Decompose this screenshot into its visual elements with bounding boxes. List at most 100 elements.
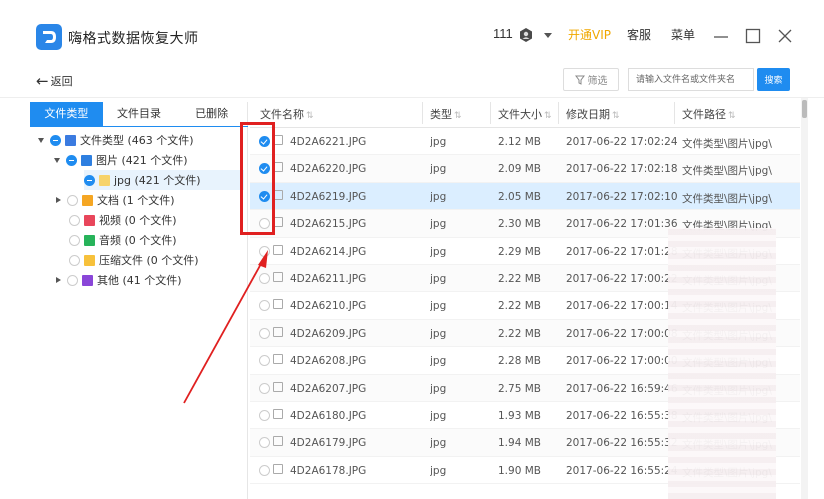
checkbox-partial-icon[interactable] (66, 154, 77, 166)
search-button[interactable]: 搜索 (757, 68, 790, 91)
file-type: jpg (430, 327, 447, 340)
tree-item-archives[interactable]: 压缩文件 (0 个文件) (69, 250, 199, 270)
category-tabs: 文件类型 文件目录 已删除 (30, 102, 248, 127)
row-checkbox[interactable] (259, 300, 270, 312)
row-checkbox[interactable] (259, 245, 270, 257)
chevron-down-icon[interactable] (544, 33, 552, 38)
image-file-icon (273, 244, 283, 255)
toolbar: ← 返回 筛选 搜索 (0, 64, 824, 98)
video-icon (84, 214, 95, 226)
sort-icon[interactable]: ⇅ (728, 111, 736, 121)
row-checkbox[interactable] (259, 273, 270, 284)
column-divider[interactable] (674, 102, 675, 124)
expand-icon[interactable] (54, 157, 60, 163)
row-checkbox[interactable] (259, 355, 270, 367)
expand-icon[interactable] (56, 197, 61, 203)
tree-item-label: 压缩文件 (0 个文件) (99, 254, 199, 267)
file-name: 4D2A6208.JPG (290, 355, 367, 368)
checkbox-partial-icon[interactable] (50, 134, 61, 146)
row-checkbox[interactable] (259, 382, 270, 394)
modified-date: 2017-06-22 17:02:10 (566, 190, 678, 203)
checkbox-icon[interactable] (69, 254, 80, 266)
blurred-region (668, 228, 776, 499)
sort-icon[interactable]: ⇅ (544, 111, 552, 121)
column-header-name[interactable]: 文件名称 ⇅ (260, 106, 314, 122)
column-header-size[interactable]: 文件大小 ⇅ (498, 106, 552, 122)
file-name: 4D2A6221.JPG (290, 136, 367, 148)
file-type: jpg (430, 382, 447, 395)
close-icon[interactable] (776, 27, 794, 45)
modified-date: 2017-06-22 17:00:22 (566, 273, 678, 285)
file-size: 2.12 MB (498, 136, 541, 148)
column-header-type[interactable]: 类型 ⇅ (430, 106, 462, 122)
user-avatar-icon[interactable] (518, 27, 534, 43)
modified-date: 2017-06-22 16:59:46 (566, 382, 678, 395)
row-checkbox[interactable] (259, 464, 270, 476)
sort-icon[interactable]: ⇅ (612, 111, 620, 121)
document-icon (82, 194, 93, 206)
image-file-icon (273, 299, 283, 310)
checkbox-icon[interactable] (69, 214, 80, 226)
user-id[interactable]: 111 (493, 26, 513, 41)
checkbox-partial-icon[interactable] (84, 174, 95, 186)
tab-deleted[interactable]: 已删除 (175, 102, 248, 126)
folder-icon (65, 134, 76, 146)
modified-date: 2017-06-22 17:02:24 (566, 136, 678, 148)
customer-service-button[interactable]: 客服 (627, 26, 651, 43)
table-row[interactable]: 4D2A6220.JPG jpg 2.09 MB 2017-06-22 17:02:1… (250, 155, 800, 183)
row-checkbox[interactable] (259, 410, 270, 421)
tab-file-type[interactable]: 文件类型 (30, 102, 103, 126)
tree-item-video[interactable]: 视频 (0 个文件) (69, 210, 177, 230)
row-checkbox[interactable] (259, 327, 270, 339)
search-input[interactable] (628, 68, 754, 91)
header-label: 类型 (430, 108, 452, 121)
tree-item-jpg[interactable]: jpg (421 个文件) (84, 170, 244, 190)
scrollbar-thumb[interactable] (802, 100, 807, 118)
file-size: 1.93 MB (498, 410, 541, 422)
back-label: 返回 (50, 75, 73, 88)
column-header-date[interactable]: 修改日期 ⇅ (566, 106, 620, 122)
column-header-path[interactable]: 文件路径 ⇅ (682, 106, 736, 122)
checkbox-icon[interactable] (67, 274, 78, 286)
file-name: 4D2A6214.JPG (290, 245, 367, 258)
file-size: 2.29 MB (498, 245, 541, 258)
expand-icon[interactable] (56, 277, 61, 283)
vip-button[interactable]: 开通VIP (568, 26, 611, 43)
column-divider[interactable] (422, 102, 423, 124)
maximize-icon[interactable] (744, 27, 762, 45)
sort-icon[interactable]: ⇅ (454, 111, 462, 121)
back-button[interactable]: ← 返回 (36, 73, 73, 89)
file-type: jpg (430, 136, 447, 148)
file-type: jpg (430, 410, 447, 422)
expand-icon[interactable] (38, 137, 44, 143)
table-row[interactable]: 4D2A6221.JPG jpg 2.12 MB 2017-06-22 17:02:2… (250, 128, 800, 156)
row-checkbox[interactable] (259, 437, 270, 449)
filter-label: 筛选 (587, 76, 608, 87)
menu-button[interactable]: 菜单 (671, 26, 695, 43)
tree-item-other[interactable]: 其他 (41 个文件) (54, 270, 182, 290)
modified-date: 2017-06-22 17:00:14 (566, 300, 678, 313)
file-name: 4D2A6220.JPG (290, 163, 367, 176)
tree-item-audio[interactable]: 音频 (0 个文件) (69, 230, 177, 250)
file-name: 4D2A6219.JPG (290, 190, 367, 203)
minimize-icon[interactable] (712, 27, 730, 45)
file-size: 2.28 MB (498, 355, 541, 368)
file-type: jpg (430, 355, 447, 368)
sort-icon[interactable]: ⇅ (306, 111, 314, 121)
file-path: 文件类型\图片\jpg\ (682, 165, 772, 178)
table-row[interactable]: 4D2A6219.JPG jpg 2.05 MB 2017-06-22 17:02:1… (250, 182, 800, 211)
tree-item-documents[interactable]: 文档 (1 个文件) (54, 190, 175, 210)
file-size: 2.22 MB (498, 273, 541, 285)
tab-file-directory[interactable]: 文件目录 (103, 102, 176, 126)
column-divider[interactable] (558, 102, 559, 124)
column-divider[interactable] (490, 102, 491, 124)
tree-item-images[interactable]: 图片 (421 个文件) (54, 150, 188, 170)
filter-button[interactable]: 筛选 (563, 68, 619, 91)
other-icon (82, 274, 93, 286)
checkbox-icon[interactable] (67, 194, 78, 206)
file-type: jpg (430, 163, 447, 176)
vertical-scrollbar[interactable] (801, 98, 808, 499)
checkbox-icon[interactable] (69, 234, 80, 246)
audio-icon (84, 234, 95, 246)
tree-item-file-types[interactable]: 文件类型 (463 个文件) (38, 130, 194, 150)
